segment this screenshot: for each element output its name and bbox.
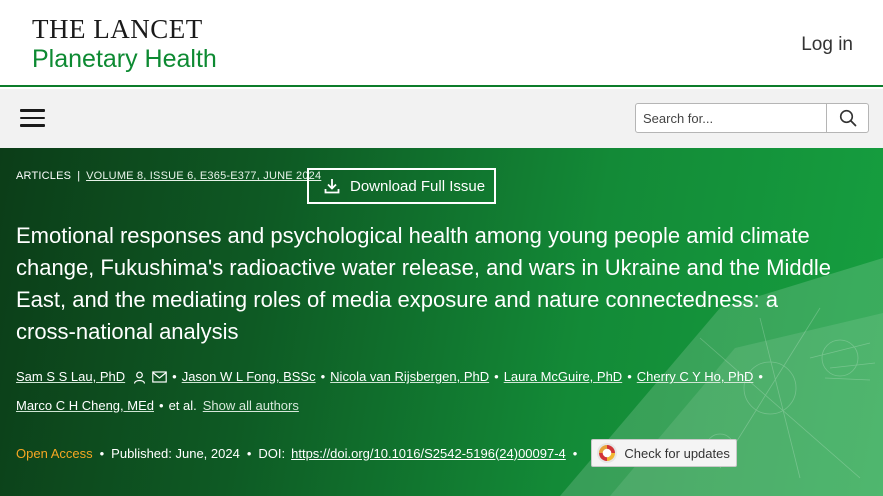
download-label: Download Full Issue bbox=[350, 177, 486, 195]
article-header: ARTICLES | VOLUME 8, ISSUE 6, E365-E377,… bbox=[0, 148, 883, 496]
author-list: Sam S S Lau, PhD • Jason W L Fong, BSSc • N… bbox=[16, 362, 776, 420]
info-separator: • bbox=[572, 445, 578, 461]
author-link[interactable]: Sam S S Lau, PhD bbox=[16, 369, 125, 384]
article-meta: ARTICLES | VOLUME 8, ISSUE 6, E365-E377,… bbox=[16, 170, 321, 182]
check-for-updates-button[interactable]: Check for updates bbox=[591, 439, 738, 467]
logo-line-2: Planetary Health bbox=[32, 45, 217, 73]
check-for-updates-icon bbox=[597, 443, 618, 463]
author-icons bbox=[133, 371, 167, 384]
author-link[interactable]: Cherry C Y Ho, PhD bbox=[637, 369, 754, 384]
author-link[interactable]: Nicola van Rijsbergen, PhD bbox=[330, 369, 489, 384]
author-link[interactable]: Marco C H Cheng, MEd bbox=[16, 398, 154, 413]
article-type: ARTICLES bbox=[16, 170, 72, 182]
lancet-logo[interactable]: THE LANCET Planetary Health bbox=[32, 16, 217, 74]
author-separator: • bbox=[320, 369, 326, 384]
envelope-icon[interactable] bbox=[152, 371, 167, 383]
meta-separator: | bbox=[77, 170, 81, 182]
volume-issue-link[interactable]: VOLUME 8, ISSUE 6, E365-E377, JUNE 2024 bbox=[86, 170, 321, 182]
et-al: et al. bbox=[168, 398, 197, 413]
article-title: Emotional responses and psychological he… bbox=[16, 223, 831, 344]
logo-line-1: THE LANCET bbox=[32, 14, 203, 44]
menu-icon[interactable] bbox=[20, 109, 45, 127]
publication-info: Open Access • Published: June, 2024 • DO… bbox=[16, 439, 738, 467]
open-access-label[interactable]: Open Access bbox=[16, 446, 93, 461]
author-link[interactable]: Jason W L Fong, BSSc bbox=[182, 369, 316, 384]
author-separator: • bbox=[159, 398, 164, 413]
doi-link[interactable]: https://doi.org/10.1016/S2542-5196(24)00… bbox=[291, 446, 566, 461]
login-link[interactable]: Log in bbox=[801, 34, 853, 56]
info-separator: • bbox=[99, 445, 105, 461]
show-all-authors-link[interactable]: Show all authors bbox=[203, 398, 299, 413]
doi-label: DOI: bbox=[258, 445, 286, 461]
author-separator: • bbox=[627, 369, 632, 384]
download-full-issue-button[interactable]: Download Full Issue bbox=[307, 168, 496, 204]
author-link[interactable]: Laura McGuire, PhD bbox=[504, 369, 623, 384]
navigation-bar bbox=[0, 89, 883, 148]
author-separator: • bbox=[172, 369, 177, 384]
info-separator: • bbox=[246, 445, 252, 461]
search-icon bbox=[839, 109, 856, 127]
author-separator: • bbox=[758, 369, 763, 384]
download-icon bbox=[324, 179, 340, 194]
site-header: THE LANCET Planetary Health Log in bbox=[0, 0, 883, 87]
check-for-updates-label: Check for updates bbox=[624, 445, 730, 461]
search-button[interactable] bbox=[826, 104, 868, 132]
person-icon[interactable] bbox=[133, 371, 146, 384]
search-box bbox=[635, 103, 869, 133]
search-input[interactable] bbox=[636, 104, 826, 132]
published-date: Published: June, 2024 bbox=[111, 445, 240, 461]
author-separator: • bbox=[494, 369, 499, 384]
